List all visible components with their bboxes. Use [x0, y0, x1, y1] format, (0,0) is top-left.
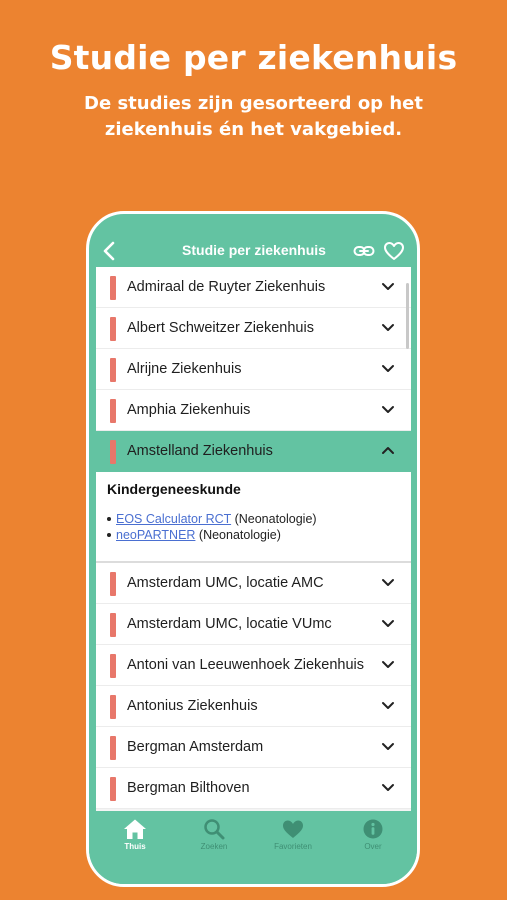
hero-title: Studie per ziekenhuis: [49, 38, 458, 77]
hospital-marker: [110, 440, 116, 464]
heart-outline-icon[interactable]: [383, 240, 405, 262]
study-link[interactable]: EOS Calculator RCT: [116, 512, 231, 526]
chevron-up-icon: [382, 447, 394, 454]
hospital-marker: [110, 695, 116, 719]
heart-icon: [283, 820, 303, 838]
tab-home[interactable]: Thuis: [100, 818, 170, 851]
hospital-label: Amsterdam UMC, locatie VUmc: [127, 616, 332, 632]
tab-label: Over: [364, 842, 382, 851]
hospital-label: Albert Schweitzer Ziekenhuis: [127, 320, 314, 336]
hero-subtitle: De studies zijn gesorteerd op het zieken…: [40, 91, 467, 143]
chevron-down-icon: [382, 661, 394, 668]
hospital-marker: [110, 276, 116, 300]
home-icon: [124, 819, 146, 839]
hospital-row-expanded[interactable]: Amstelland Ziekenhuis: [96, 431, 411, 472]
chevron-down-icon: [382, 702, 394, 709]
study-item: EOS Calculator RCT (Neonatologie): [107, 511, 400, 527]
hospital-label: Amsterdam UMC, locatie AMC: [127, 575, 324, 591]
hospital-marker: [110, 777, 116, 801]
chevron-left-icon[interactable]: [99, 240, 119, 262]
study-item: neoPARTNER (Neonatologie): [107, 527, 400, 543]
tab-label: Zoeken: [200, 842, 228, 851]
hospital-row[interactable]: Admiraal de Ruyter Ziekenhuis: [96, 267, 411, 308]
tab-label: Thuis: [124, 842, 146, 851]
chevron-down-icon: [382, 579, 394, 586]
page-title: Studie per ziekenhuis: [182, 242, 326, 258]
hospital-marker: [110, 572, 116, 596]
chevron-down-icon: [382, 324, 394, 331]
tab-favorites[interactable]: Favorieten: [258, 818, 328, 851]
hospital-marker: [110, 654, 116, 678]
hospital-row[interactable]: Bergman Bilthoven: [96, 768, 411, 809]
expanded-panel: Kindergeneeskunde EOS Calculator RCT (Ne…: [96, 472, 411, 563]
hospital-label: Bergman Bilthoven: [127, 780, 250, 796]
hospital-row[interactable]: Bergman Amsterdam: [96, 727, 411, 768]
hospital-row[interactable]: Amsterdam UMC, locatie VUmc: [96, 604, 411, 645]
chevron-down-icon: [382, 406, 394, 413]
search-icon: [204, 819, 225, 840]
hospital-marker: [110, 399, 116, 423]
study-specialty: (Neonatologie): [231, 512, 317, 526]
study-specialty: (Neonatologie): [195, 528, 281, 542]
tab-bar: Thuis Zoeken Favorieten Over: [89, 811, 417, 884]
hospital-row[interactable]: Antonius Ziekenhuis: [96, 686, 411, 727]
hospital-row[interactable]: Antoni van Leeuwenhoek Ziekenhuis: [96, 645, 411, 686]
chevron-down-icon: [382, 283, 394, 290]
hospital-label: Antonius Ziekenhuis: [127, 698, 258, 714]
hospital-marker: [110, 736, 116, 760]
hospital-label: Alrijne Ziekenhuis: [127, 361, 242, 377]
study-link[interactable]: neoPARTNER: [116, 528, 195, 542]
hospital-row[interactable]: Albert Schweitzer Ziekenhuis: [96, 308, 411, 349]
hero-subtitle-line-1: De studies zijn gesorteerd op het: [84, 93, 423, 114]
hospital-label: Antoni van Leeuwenhoek Ziekenhuis: [127, 657, 364, 673]
hospital-marker: [110, 358, 116, 382]
hospital-row[interactable]: Amsterdam UMC, locatie AMC: [96, 563, 411, 604]
chevron-down-icon: [382, 365, 394, 372]
hospital-marker: [110, 613, 116, 637]
phone-frame: Studie per ziekenhuis Admiraal de Ruyter…: [86, 211, 420, 887]
info-icon: [363, 819, 383, 839]
hospital-label: Amphia Ziekenhuis: [127, 402, 251, 418]
hospital-label: Amstelland Ziekenhuis: [127, 443, 273, 459]
chevron-down-icon: [382, 620, 394, 627]
tab-label: Favorieten: [274, 842, 312, 851]
chevron-down-icon: [382, 743, 394, 750]
hero-subtitle-line-2: ziekenhuis én het vakgebied.: [104, 119, 403, 140]
hospital-label: Admiraal de Ruyter Ziekenhuis: [127, 279, 326, 295]
hospital-label: Bergman Amsterdam: [127, 739, 264, 755]
scrollbar[interactable]: [406, 283, 409, 349]
specialty-heading: Kindergeneeskunde: [107, 481, 241, 497]
hospital-row[interactable]: Alrijne Ziekenhuis: [96, 349, 411, 390]
tab-search[interactable]: Zoeken: [179, 818, 249, 851]
hospital-row[interactable]: Amphia Ziekenhuis: [96, 390, 411, 431]
tab-about[interactable]: Over: [338, 818, 408, 851]
hospital-marker: [110, 317, 116, 341]
chevron-down-icon: [382, 784, 394, 791]
link-icon[interactable]: [353, 241, 375, 261]
hospital-list: Admiraal de Ruyter Ziekenhuis Albert Sch…: [96, 267, 411, 811]
